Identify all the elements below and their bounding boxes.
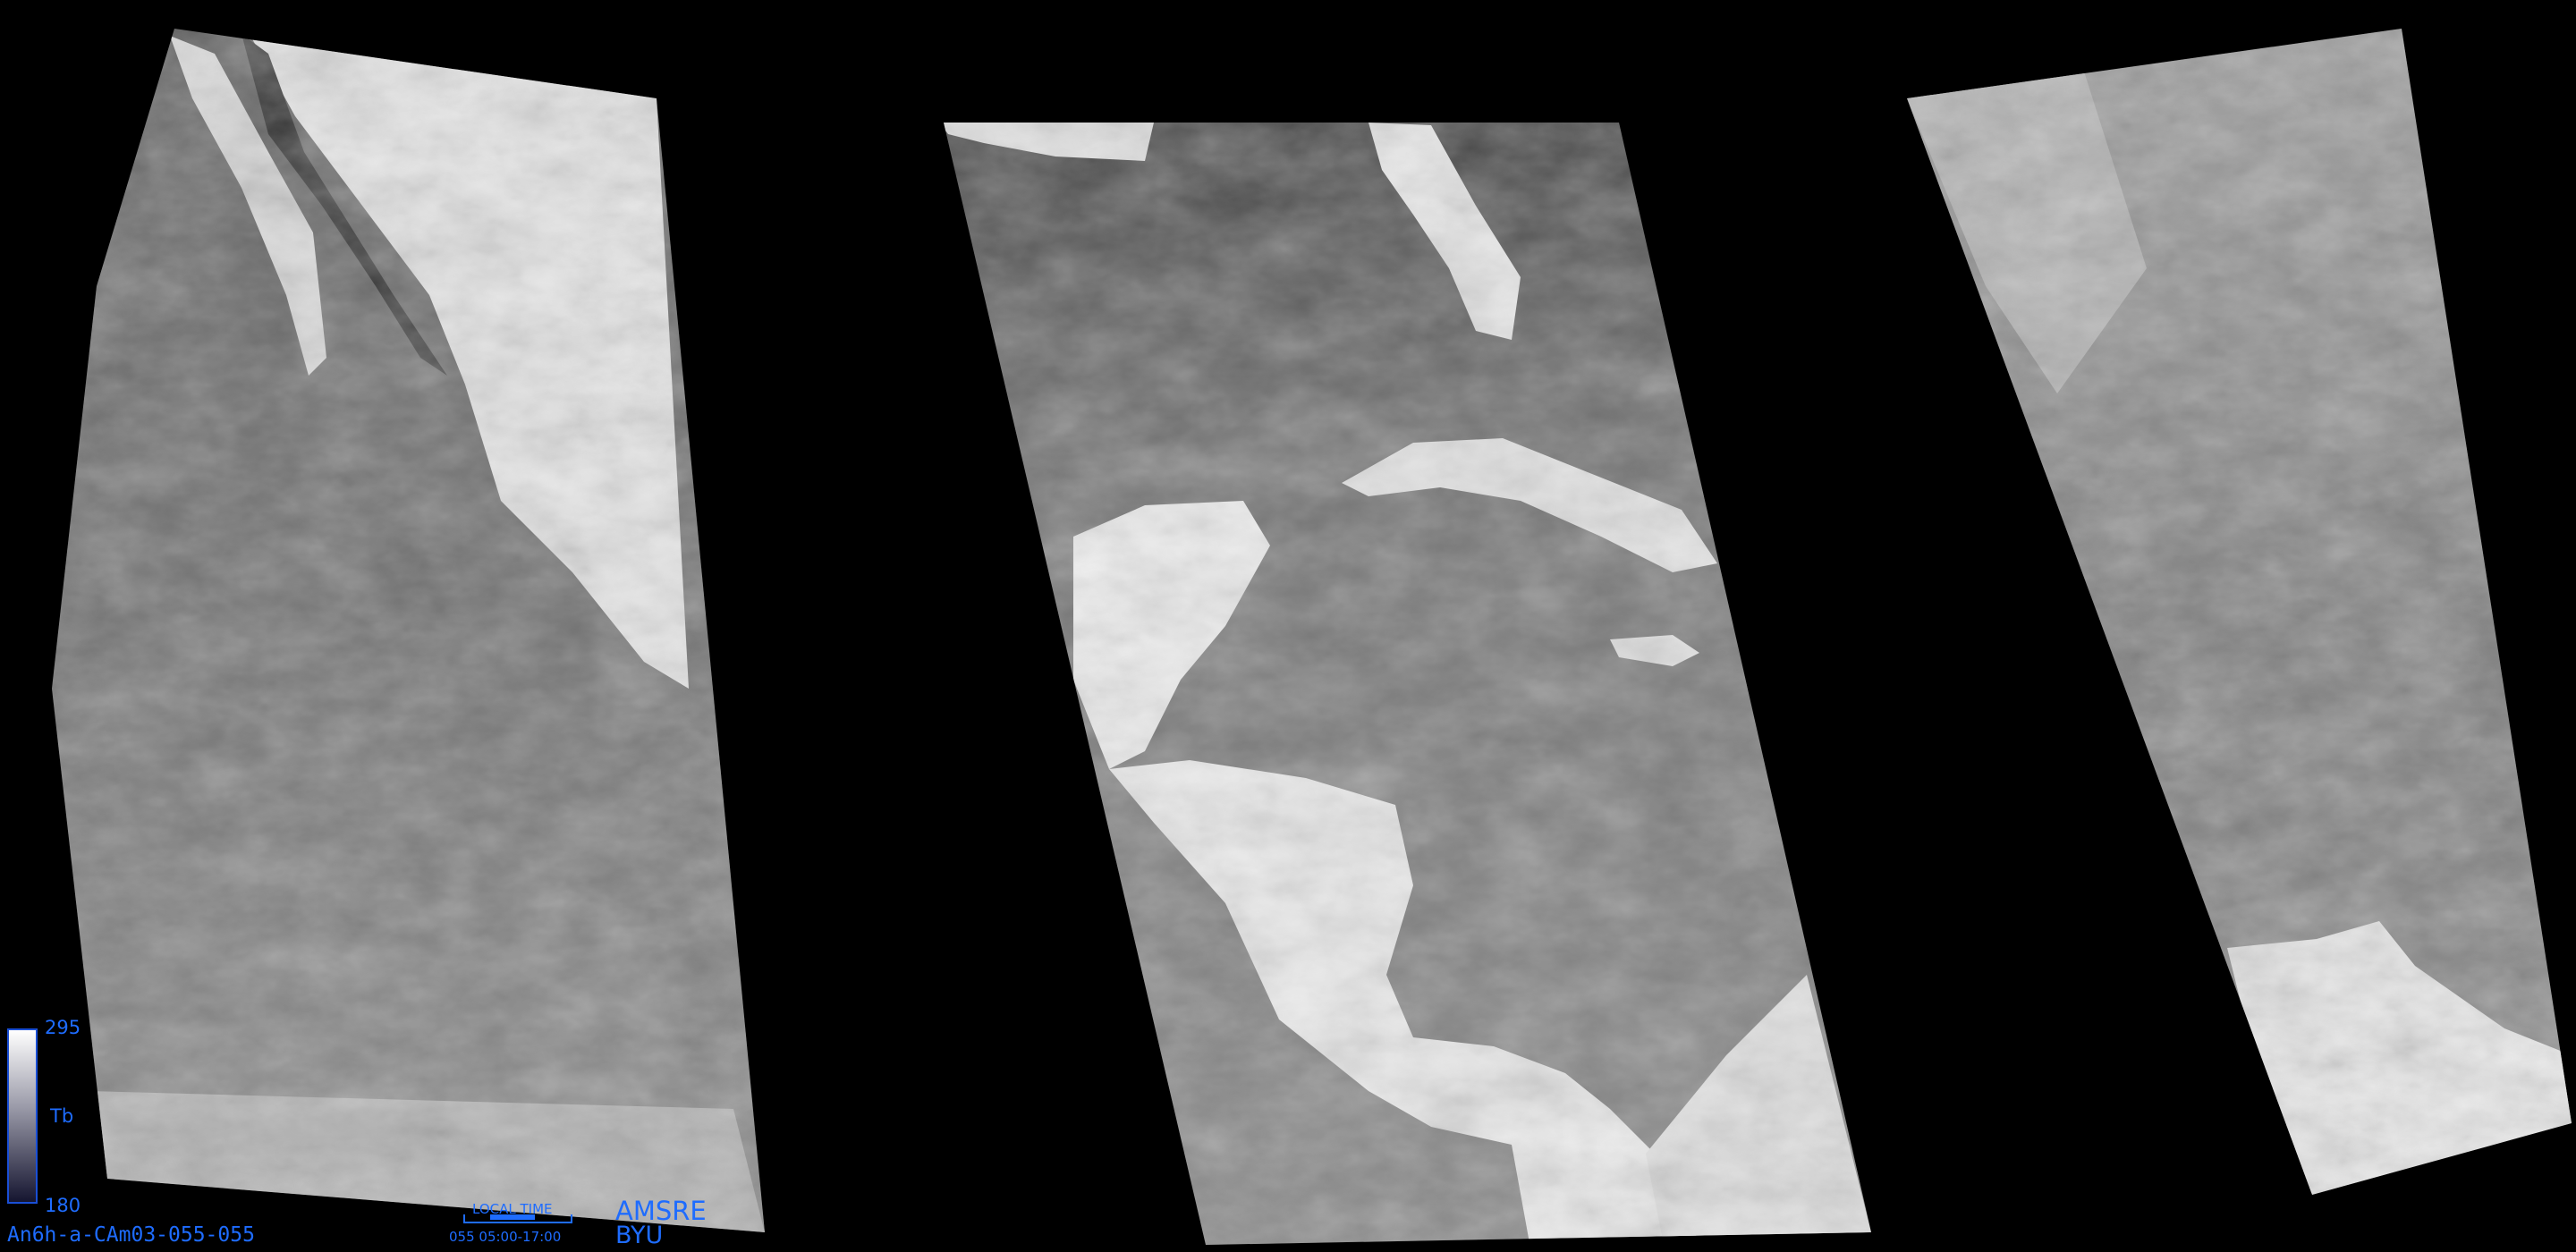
organization-label: BYU xyxy=(615,1222,664,1249)
middle-swath xyxy=(944,123,1871,1245)
colorbar xyxy=(7,1028,38,1204)
colorbar-max-label: 295 xyxy=(45,1017,81,1038)
colorbar-variable-label: Tb xyxy=(50,1105,74,1127)
local-time-segment xyxy=(490,1214,535,1220)
left-swath xyxy=(52,29,765,1232)
satellite-swath-image xyxy=(52,29,2572,1245)
sensor-label: AMSRE xyxy=(615,1196,707,1226)
right-swath xyxy=(1907,29,2572,1195)
colorbar-min-label: 180 xyxy=(45,1195,81,1216)
file-id-label: An6h-a-CAm03-055-055 xyxy=(7,1223,255,1247)
local-time-range: 055 05:00-17:00 xyxy=(449,1229,562,1245)
